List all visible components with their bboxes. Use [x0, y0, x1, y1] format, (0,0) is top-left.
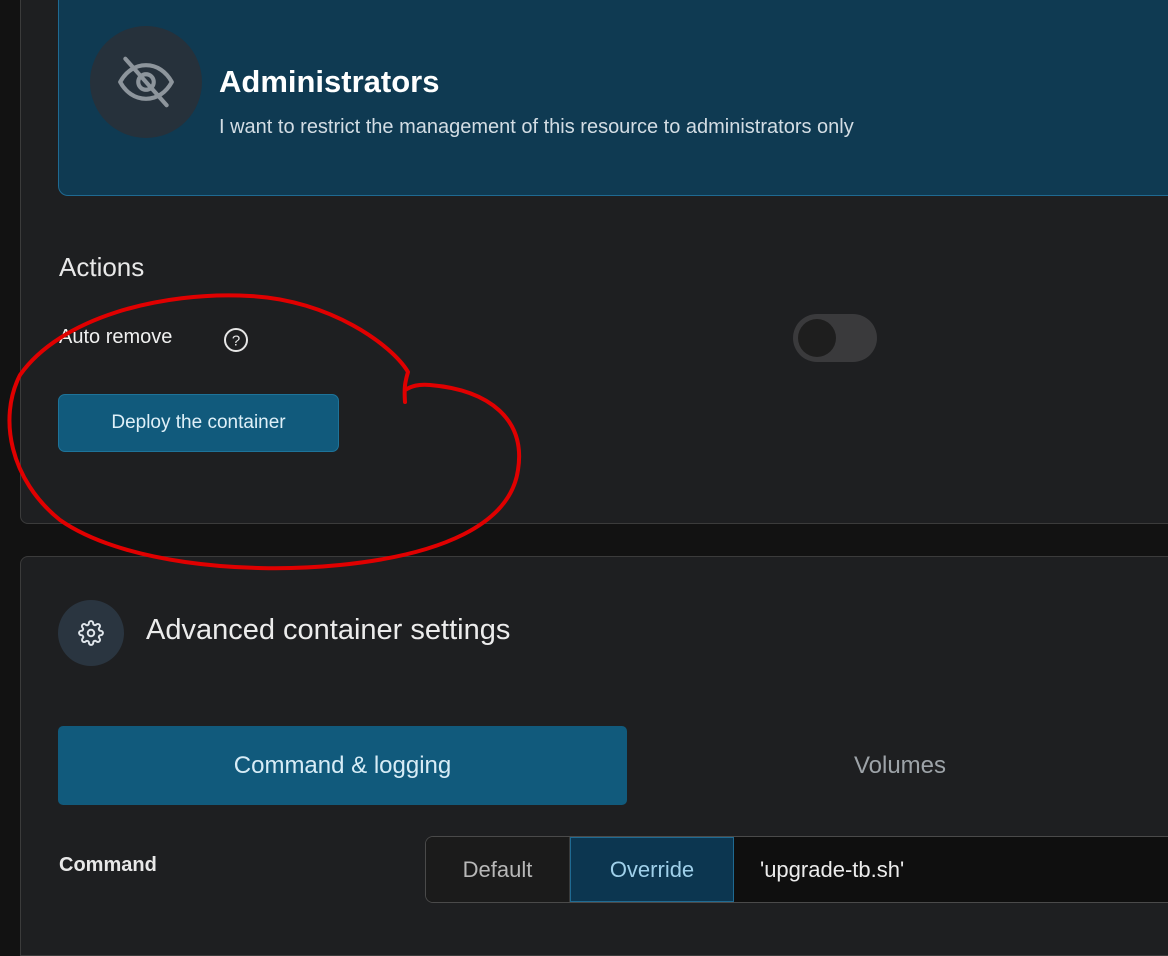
tab-command-logging[interactable]: Command & logging: [58, 726, 627, 805]
access-option-title: Administrators: [219, 64, 440, 99]
eye-slash-icon: [118, 56, 174, 108]
help-icon[interactable]: ?: [223, 327, 249, 353]
auto-remove-label: Auto remove: [59, 326, 173, 348]
command-default-button[interactable]: Default: [426, 837, 570, 902]
gear-icon: [78, 620, 104, 646]
auto-remove-toggle[interactable]: [793, 314, 877, 362]
toggle-knob: [798, 319, 836, 357]
gear-icon-badge: [58, 600, 124, 666]
access-icon-badge: [90, 26, 202, 138]
command-input[interactable]: [734, 837, 1168, 902]
command-input-group: Default Override: [425, 836, 1168, 903]
command-override-button[interactable]: Override: [570, 837, 734, 902]
command-label: Command: [59, 854, 157, 876]
access-option-description: I want to restrict the management of thi…: [219, 116, 854, 138]
tab-volumes[interactable]: Volumes: [630, 726, 1168, 805]
actions-section-title: Actions: [59, 252, 145, 282]
svg-text:?: ?: [232, 333, 240, 350]
deploy-container-button[interactable]: Deploy the container: [58, 394, 339, 452]
advanced-settings-title: Advanced container settings: [146, 614, 511, 646]
